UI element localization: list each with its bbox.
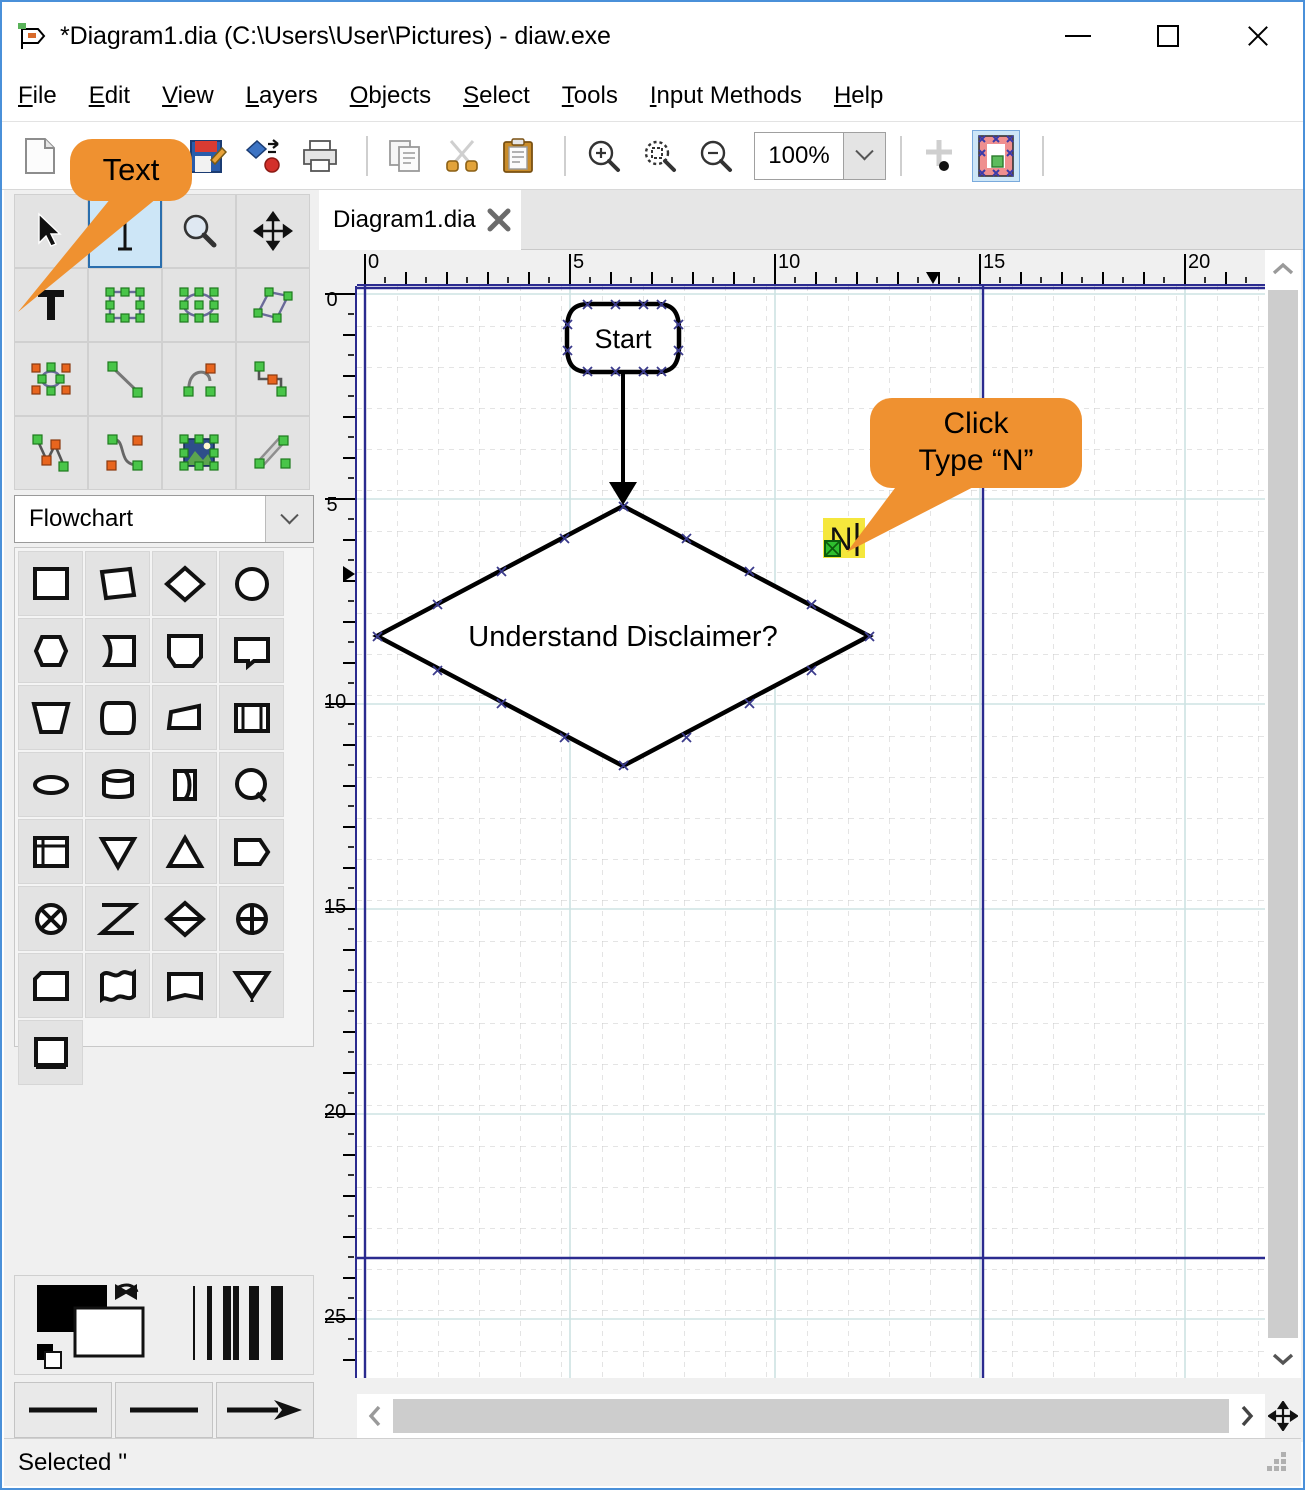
dia-application-window: *Diagram1.dia (C:\Users\User\Pictures) -… xyxy=(0,0,1305,1490)
callout-text-line-1: Text xyxy=(102,152,160,188)
callout-click: Click Type “N” xyxy=(870,398,1082,488)
callout-click-line-2: Type “N” xyxy=(918,444,1034,477)
callout-tails xyxy=(18,187,987,552)
callout-text-tail xyxy=(18,187,162,312)
callout-text: Text xyxy=(70,139,192,201)
callout-click-line-1: Click xyxy=(943,407,1009,441)
